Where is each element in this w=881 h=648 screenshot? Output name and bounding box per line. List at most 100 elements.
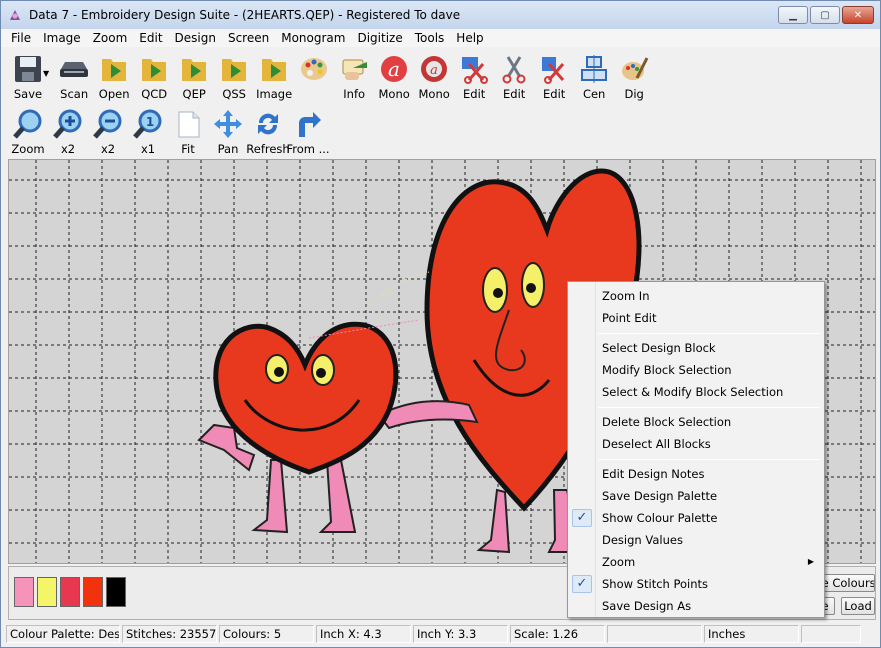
- menu-separator: [598, 333, 820, 334]
- main-toolbar: Save ▼ Scan Open QCD QEP QSS Image Info …: [1, 49, 880, 103]
- image-button[interactable]: Image: [255, 49, 293, 101]
- qep-label: QEP: [182, 87, 206, 101]
- colour-swatch-5[interactable]: [106, 577, 126, 607]
- menu-separator: [598, 459, 820, 460]
- qss-button[interactable]: QSS: [215, 49, 253, 101]
- status-blank: [607, 625, 702, 643]
- palette-icon: [301, 58, 328, 80]
- menu-zoom[interactable]: Zoom: [87, 29, 134, 47]
- submenu-arrow-icon: ▶: [807, 557, 814, 566]
- info-button[interactable]: Info: [335, 49, 373, 101]
- menu-design-values[interactable]: Design Values: [570, 529, 822, 551]
- colour-swatch-1[interactable]: [14, 577, 34, 607]
- edit-blue-button[interactable]: Edit: [455, 49, 493, 101]
- menu-digitize[interactable]: Digitize: [351, 29, 408, 47]
- open-label: Open: [98, 87, 130, 101]
- pan-button[interactable]: Pan: [209, 104, 247, 156]
- status-blank-end: [801, 625, 861, 643]
- status-scale: Scale: 1.26: [510, 625, 605, 643]
- menu-image[interactable]: Image: [37, 29, 87, 47]
- fit-button[interactable]: Fit: [169, 104, 207, 156]
- mono-gear-button[interactable]: a Mono: [415, 49, 453, 101]
- menu-zoom-label: Zoom: [602, 555, 636, 569]
- colour-swatches: [14, 577, 126, 607]
- redirect-arrow-icon: [299, 112, 321, 137]
- refresh-icon: [258, 113, 278, 135]
- minimize-button[interactable]: ▁: [778, 6, 808, 24]
- save-dropdown-icon[interactable]: ▼: [43, 69, 49, 78]
- context-menu: Zoom In Point Edit Select Design Block M…: [567, 281, 825, 618]
- menu-help[interactable]: Help: [450, 29, 489, 47]
- colour-swatch-3[interactable]: [60, 577, 80, 607]
- zoom-out-icon: [93, 109, 122, 139]
- mono-letter-button[interactable]: a Mono: [375, 49, 413, 101]
- view-toolbar: Zoom x2 x2 1 x1 Fit Pan Refresh From ...: [1, 104, 880, 158]
- center-button[interactable]: Cen: [575, 49, 613, 101]
- edit-button[interactable]: Edit: [495, 49, 533, 101]
- menu-screen[interactable]: Screen: [222, 29, 275, 47]
- folder-qss-icon: [222, 59, 247, 81]
- qss-label: QSS: [222, 87, 246, 101]
- status-units: Inches: [704, 625, 799, 643]
- status-stitches: Stitches: 23557: [122, 625, 217, 643]
- digitize-label: Dig: [624, 87, 644, 101]
- menu-zoom-submenu[interactable]: Zoom ▶: [570, 551, 822, 573]
- menu-save-design-palette[interactable]: Save Design Palette: [570, 485, 822, 507]
- menu-zoom-in[interactable]: Zoom In: [570, 285, 822, 307]
- colour-swatch-2[interactable]: [37, 577, 57, 607]
- menu-separator: [598, 407, 820, 408]
- menu-deselect-all-blocks[interactable]: Deselect All Blocks: [570, 433, 822, 455]
- edit-label: Edit: [503, 87, 526, 101]
- menu-point-edit[interactable]: Point Edit: [570, 307, 822, 329]
- save-label: Save: [13, 87, 43, 101]
- menu-show-colour-palette[interactable]: ✓ Show Colour Palette: [570, 507, 822, 529]
- app-logo-icon: [10, 10, 20, 20]
- save-button[interactable]: Save: [9, 49, 47, 101]
- qep-button[interactable]: QEP: [175, 49, 213, 101]
- zoom-out-button[interactable]: x2: [89, 104, 127, 156]
- menu-select-modify-block[interactable]: Select & Modify Block Selection: [570, 381, 822, 403]
- zoom-actual-icon: 1: [133, 109, 162, 139]
- svg-text:a: a: [430, 63, 438, 78]
- svg-text:a: a: [388, 57, 400, 81]
- monogram-gear-icon: a: [421, 56, 448, 82]
- load-palette-button[interactable]: Load: [841, 597, 875, 615]
- zoom-actual-button[interactable]: 1 x1: [129, 104, 167, 156]
- menu-show-stitch-points-label: Show Stitch Points: [602, 577, 709, 591]
- open-button[interactable]: Open: [95, 49, 133, 101]
- edit-red-button[interactable]: Edit: [535, 49, 573, 101]
- close-button[interactable]: ✕: [842, 6, 874, 24]
- from-label: From ...: [286, 142, 330, 156]
- menu-edit-design-notes[interactable]: Edit Design Notes: [570, 463, 822, 485]
- zoom-out-label: x2: [100, 142, 116, 156]
- edit-scissors-icon: [502, 56, 526, 84]
- colour-swatch-4[interactable]: [83, 577, 103, 607]
- from-button[interactable]: From ...: [286, 104, 330, 156]
- refresh-button[interactable]: Refresh: [246, 104, 290, 156]
- menu-select-design-block[interactable]: Select Design Block: [570, 337, 822, 359]
- menu-delete-block-selection[interactable]: Delete Block Selection: [570, 411, 822, 433]
- palette-button[interactable]: [295, 49, 333, 101]
- zoom-label: Zoom: [11, 142, 45, 156]
- menu-save-design-as[interactable]: Save Design As: [570, 595, 822, 617]
- svg-text:1: 1: [146, 115, 154, 129]
- maximize-button[interactable]: ▢: [810, 6, 840, 24]
- edit-red-label: Edit: [543, 87, 566, 101]
- menu-edit[interactable]: Edit: [133, 29, 168, 47]
- info-hand-icon: [342, 59, 368, 80]
- digitize-button[interactable]: Dig: [615, 49, 653, 101]
- menu-file[interactable]: File: [5, 29, 37, 47]
- menu-show-stitch-points[interactable]: ✓ Show Stitch Points: [570, 573, 822, 595]
- qcd-button[interactable]: QCD: [135, 49, 173, 101]
- center-icon: [581, 55, 608, 83]
- zoom-in-button[interactable]: x2: [49, 104, 87, 156]
- menu-monogram[interactable]: Monogram: [275, 29, 351, 47]
- checkmark-icon: ✓: [572, 509, 592, 527]
- scanner-icon: [60, 62, 89, 77]
- menu-design[interactable]: Design: [169, 29, 222, 47]
- menu-tools[interactable]: Tools: [409, 29, 451, 47]
- menu-modify-block-selection[interactable]: Modify Block Selection: [570, 359, 822, 381]
- zoom-actual-label: x1: [140, 142, 156, 156]
- zoom-button[interactable]: Zoom: [9, 104, 47, 156]
- scan-button[interactable]: Scan: [55, 49, 93, 101]
